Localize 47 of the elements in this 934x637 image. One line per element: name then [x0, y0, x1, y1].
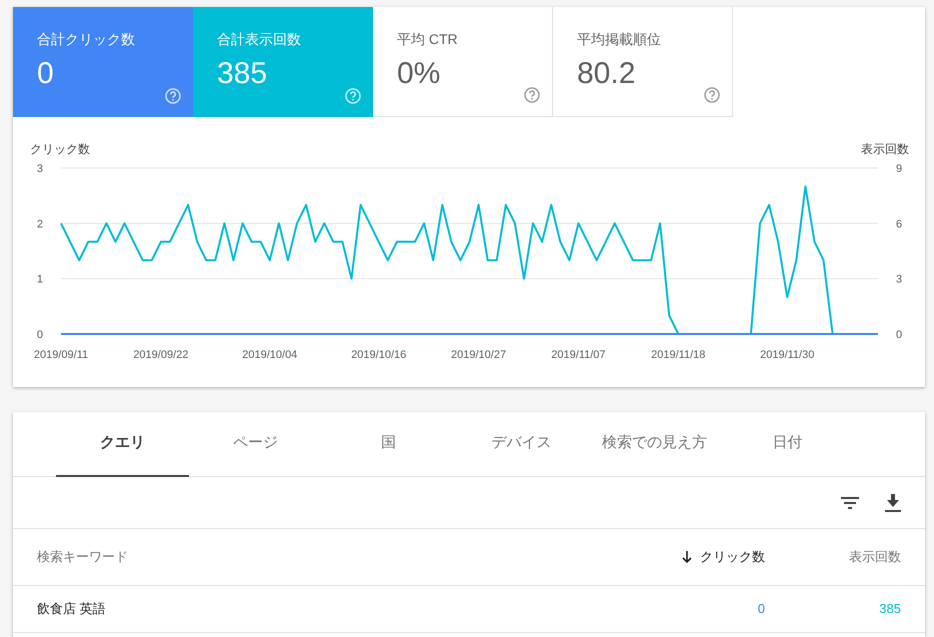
y-tick-label: 1 [36, 274, 43, 286]
axis-title: クリック数 [30, 142, 90, 156]
tab[interactable]: ページ [189, 412, 322, 477]
x-tick-label: 2019/09/11 [34, 349, 88, 361]
metric-tile[interactable]: 合計クリック数 0 [13, 7, 193, 117]
x-tick-label: 2019/09/22 [133, 349, 188, 361]
y-tick-label: 0 [896, 329, 902, 341]
tab[interactable]: 国 [322, 412, 455, 477]
download-icon[interactable] [885, 494, 901, 512]
metric-value: 0 [37, 56, 54, 92]
table-cell-text: 0 [756, 600, 765, 618]
metric-value: 0% [397, 56, 440, 92]
metric-tile[interactable]: 平均 CTR 0% [373, 7, 553, 117]
tab[interactable]: デバイス [455, 412, 588, 477]
metric-label: 合計クリック数 [37, 30, 135, 48]
metric-tile[interactable]: 平均掲載順位 80.2 [553, 7, 733, 117]
column-label: クリック数 [700, 548, 765, 566]
x-tick-label: 2019/10/27 [451, 349, 506, 361]
y-tick-label: 2 [36, 218, 43, 230]
column-header[interactable]: クリック数 [565, 547, 765, 567]
filter-icon[interactable] [841, 496, 859, 508]
metric-label: 平均掲載順位 [577, 30, 661, 48]
x-tick-label: 2019/11/30 [760, 349, 814, 361]
tab[interactable]: 日付 [721, 412, 854, 477]
metric-label: 合計表示回数 [217, 30, 301, 48]
x-tick-label: 2019/11/18 [651, 349, 706, 361]
y-tick-label: 3 [36, 163, 43, 175]
column-header[interactable]: 表示回数 [765, 547, 901, 567]
y-tick-label: 0 [36, 329, 43, 341]
tab[interactable]: 検索での見え方 [588, 412, 721, 477]
help-icon[interactable] [704, 87, 720, 103]
table-cell-text: 385 [878, 600, 901, 618]
column-header[interactable]: 検索キーワード [37, 547, 565, 567]
x-tick-label: 2019/10/04 [242, 349, 298, 361]
table-cell-text: 飲食店 英語 [37, 600, 107, 618]
y-tick-label: 3 [896, 274, 902, 286]
metric-value: 80.2 [577, 56, 636, 92]
sort-arrow-icon [682, 551, 692, 563]
metric-label: 平均 CTR [397, 30, 458, 48]
axis-title: 表示回数 [861, 142, 909, 156]
x-tick-label: 2019/10/16 [351, 349, 406, 361]
y-tick-label: 9 [896, 163, 902, 175]
tab[interactable]: クエリ [56, 412, 189, 477]
help-icon[interactable] [524, 87, 540, 103]
y-tick-label: 6 [896, 218, 902, 230]
metric-value: 385 [217, 56, 268, 92]
x-tick-label: 2019/11/07 [551, 349, 606, 361]
